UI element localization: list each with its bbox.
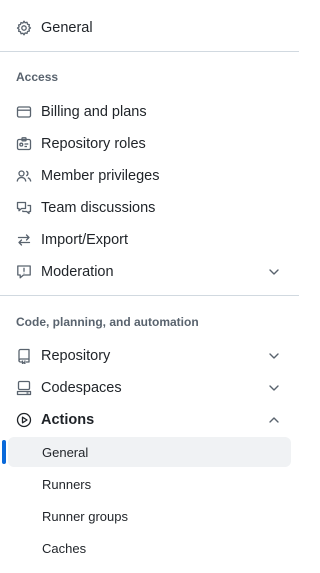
repo-icon xyxy=(16,348,32,364)
sidebar-item-label: Billing and plans xyxy=(41,104,147,120)
play-icon xyxy=(16,412,32,428)
sidebar-item-label: Team discussions xyxy=(41,200,156,216)
chevron-down-icon[interactable] xyxy=(267,349,281,363)
people-icon xyxy=(16,168,32,184)
sidebar-item-moderation[interactable]: Moderation xyxy=(8,256,291,288)
id-badge-icon xyxy=(16,136,32,152)
sidebar-item-label: Actions xyxy=(41,412,95,428)
sidebar-subitem-runners[interactable]: Runners xyxy=(8,469,291,499)
sidebar-item-label: Moderation xyxy=(41,264,114,280)
sidebar-item-member-privileges[interactable]: Member privileges xyxy=(8,160,291,192)
chevron-down-icon[interactable] xyxy=(267,265,281,279)
arrow-switch-icon xyxy=(16,232,32,248)
sidebar-item-label: Import/Export xyxy=(41,232,129,248)
sidebar-item-codespaces[interactable]: Codespaces xyxy=(8,372,291,404)
chevron-up-icon[interactable] xyxy=(267,413,281,427)
sidebar-subitem-runner-groups[interactable]: Runner groups xyxy=(8,501,291,531)
section-heading-access: Access xyxy=(16,70,59,84)
sidebar-item-label: Repository roles xyxy=(41,136,146,152)
sidebar-item-label: Codespaces xyxy=(41,380,122,396)
sidebar-item-billing-and-plans[interactable]: Billing and plans xyxy=(8,96,291,128)
chevron-down-icon[interactable] xyxy=(267,381,281,395)
sidebar-item-repository[interactable]: Repository xyxy=(8,340,291,372)
credit-card-icon xyxy=(16,104,32,120)
section-heading-code-planning-automation: Code, planning, and automation xyxy=(16,315,199,329)
divider xyxy=(0,51,299,52)
settings-sidebar: General Access Billing and plans Reposit… xyxy=(0,0,299,573)
codespaces-icon xyxy=(16,380,32,396)
active-indicator xyxy=(2,440,6,464)
sidebar-item-label: Repository xyxy=(41,348,111,364)
sidebar-item-repository-roles[interactable]: Repository roles xyxy=(8,128,291,160)
sidebar-item-import-export[interactable]: Import/Export xyxy=(8,224,291,256)
comment-discussion-icon xyxy=(16,200,32,216)
sidebar-item-team-discussions[interactable]: Team discussions xyxy=(8,192,291,224)
sidebar-subitem-caches[interactable]: Caches xyxy=(8,533,291,563)
sidebar-subitem-actions-general[interactable]: General xyxy=(8,437,291,467)
gear-icon xyxy=(16,20,32,36)
sidebar-item-general[interactable]: General xyxy=(8,12,291,44)
report-icon xyxy=(16,264,32,280)
sidebar-item-label: General xyxy=(41,20,93,36)
sidebar-item-label: Member privileges xyxy=(41,168,160,184)
sidebar-item-actions[interactable]: Actions xyxy=(8,404,291,436)
divider xyxy=(0,295,299,296)
